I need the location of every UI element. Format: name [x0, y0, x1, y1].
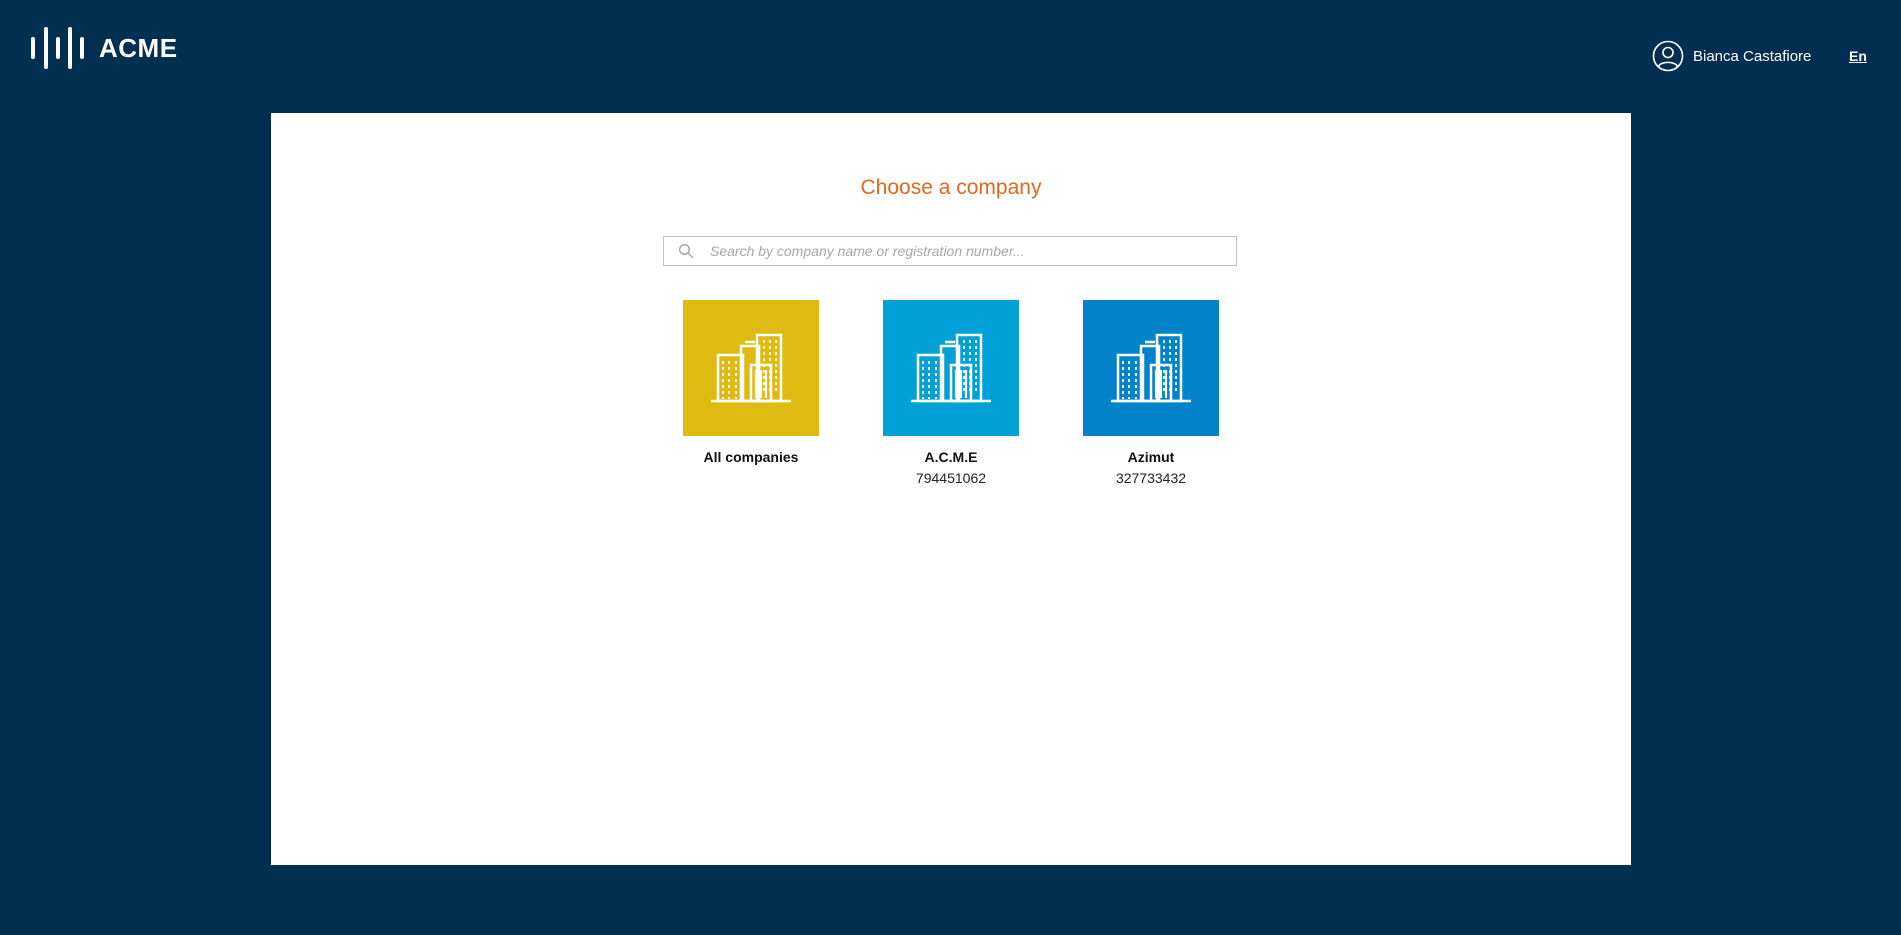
logo-bars-icon	[31, 27, 84, 69]
user-name: Bianca Castafiore	[1693, 47, 1812, 65]
company-card-acme[interactable]: A.C.M.E 794451062	[883, 300, 1019, 487]
company-name: A.C.M.E	[924, 449, 978, 465]
company-tile[interactable]	[883, 300, 1019, 436]
company-name: Azimut	[1127, 449, 1175, 465]
company-card-azimut[interactable]: Azimut 327733432	[1083, 300, 1219, 487]
search-icon	[679, 244, 694, 259]
company-tile[interactable]	[1083, 300, 1219, 436]
acme-logo[interactable]: ACME	[30, 25, 178, 71]
company-search-box[interactable]	[663, 236, 1237, 266]
page-title: Choose a company	[860, 176, 1042, 199]
language-switcher[interactable]: En	[1849, 48, 1867, 64]
top-bar: ACME Bianca Castafiore En	[0, 0, 1901, 113]
company-registration-number: 327733432	[1115, 470, 1187, 486]
brand-name: ACME	[99, 33, 178, 63]
company-selection-panel: Choose a company Search by company name …	[271, 113, 1631, 865]
company-name: All companies	[703, 449, 799, 465]
user-menu[interactable]: Bianca Castafiore	[1652, 40, 1811, 72]
buildings-icon	[911, 333, 991, 403]
user-avatar-icon	[1652, 40, 1684, 72]
company-list: All companies A.C.M.E 794451062 Azimut 3…	[683, 300, 1219, 487]
company-registration-number: 794451062	[915, 470, 987, 486]
company-card-all-companies[interactable]: All companies	[683, 300, 819, 487]
company-search-input[interactable]	[710, 238, 1228, 264]
buildings-icon	[711, 333, 791, 403]
buildings-icon	[1111, 333, 1191, 403]
company-tile[interactable]	[683, 300, 819, 436]
